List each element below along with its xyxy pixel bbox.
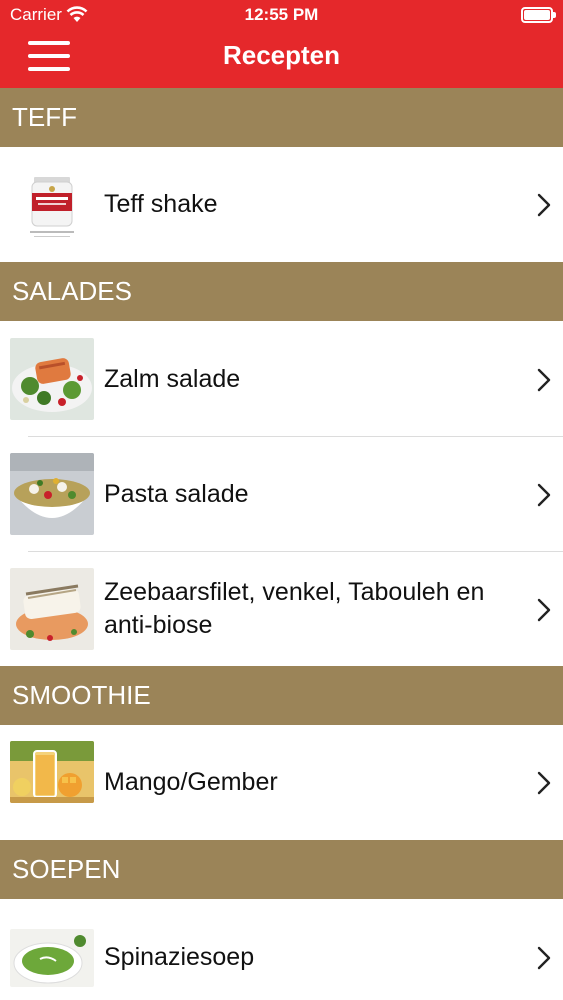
chevron-right-icon (537, 368, 551, 392)
chevron-right-icon (537, 483, 551, 507)
sea-bass-image (10, 568, 94, 650)
list-item[interactable]: Zalm salade (0, 321, 563, 436)
list-item-label: Zalm salade (104, 365, 241, 393)
spinach-soup-image (10, 929, 94, 987)
salmon-salad-image (10, 338, 94, 420)
section-header-teff: TEFF (0, 88, 563, 147)
section-header-salades: SALADES (0, 262, 563, 321)
list-item[interactable]: Zeebaarsfilet, venkel, Tabouleh en anti-… (0, 552, 563, 666)
chevron-right-icon (537, 946, 551, 970)
list-item-label: Zeebaarsfilet, venkel, Tabouleh en anti-… (104, 578, 485, 639)
list-item[interactable]: Pasta salade (0, 437, 563, 551)
navigation-bar: Carrier 12:55 PM Recepten (0, 0, 563, 88)
mango-smoothie-image (10, 741, 94, 803)
status-bar: Carrier 12:55 PM (0, 0, 563, 30)
list-item[interactable]: Spinaziesoep (0, 899, 563, 1000)
shake-jar-image (10, 163, 94, 245)
list-item[interactable]: Mango/Gember (0, 725, 563, 840)
clock: 12:55 PM (244, 5, 319, 24)
chevron-right-icon (537, 598, 551, 622)
list-item-label: Teff shake (104, 190, 218, 218)
list-item-label: Pasta salade (104, 480, 249, 508)
list-item[interactable]: Teff shake (0, 147, 563, 262)
section-header-soepen: SOEPEN (0, 840, 563, 899)
list-item-label: Spinaziesoep (104, 943, 255, 971)
pasta-salad-image (10, 453, 94, 535)
list-item-label: Mango/Gember (104, 768, 278, 796)
chevron-right-icon (537, 771, 551, 795)
chevron-right-icon (537, 193, 551, 217)
section-header-smoothie: SMOOTHIE (0, 666, 563, 725)
battery-icon (521, 7, 556, 23)
page-title: Recepten (222, 40, 341, 70)
